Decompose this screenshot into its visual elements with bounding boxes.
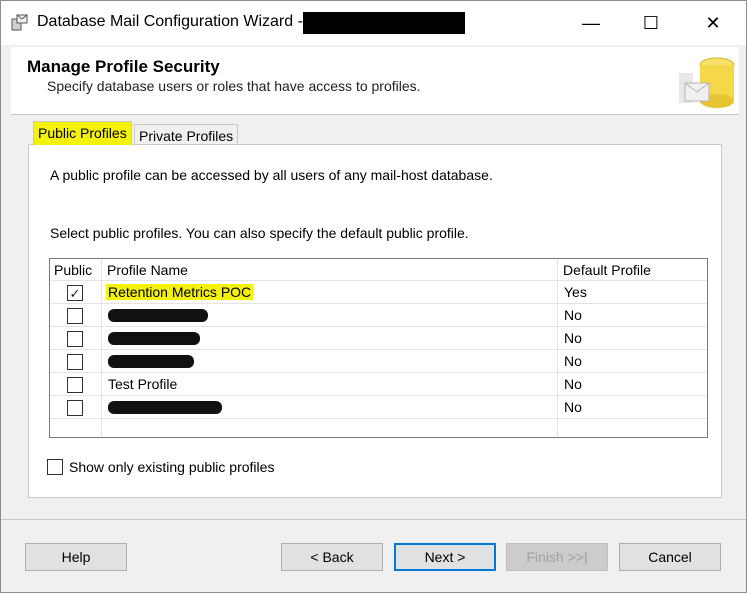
table-row[interactable]: No [50,304,707,327]
page-subtitle: Specify database users or roles that hav… [47,78,421,94]
public-checkbox[interactable] [67,308,83,324]
redacted-server-name [303,12,465,34]
finish-button: Finish >>| [506,543,608,571]
default-profile-cell[interactable]: No [564,376,582,392]
profile-name-cell: Test Profile [108,376,178,392]
public-checkbox[interactable] [67,354,83,370]
table-row[interactable]: No [50,350,707,373]
database-wizard-icon [671,51,737,111]
page-title: Manage Profile Security [27,57,220,76]
redacted-profile-name [108,355,194,368]
profiles-grid: Public Profile Name Default Profile ✓ Re… [49,258,708,438]
table-row[interactable]: ✓ Retention Metrics POC Yes [50,281,707,304]
show-only-existing-label: Show only existing public profiles [69,459,275,475]
maximize-button[interactable]: ☐ [621,1,681,45]
table-row[interactable]: Test Profile No [50,373,707,396]
tab-public-profiles[interactable]: Public Profiles [33,121,132,145]
public-profiles-panel: A public profile can be accessed by all … [28,144,722,498]
public-checkbox[interactable] [67,377,83,393]
database-mail-icon [11,14,28,31]
table-row[interactable]: No [50,327,707,350]
table-row[interactable]: No [50,396,707,419]
footer-divider [1,519,746,520]
wizard-window: Database Mail Configuration Wizard - — ☐… [0,0,747,593]
public-checkbox[interactable] [67,400,83,416]
redacted-profile-name [108,401,222,414]
back-button[interactable]: < Back [281,543,383,571]
column-header-public[interactable]: Public [54,262,92,278]
redacted-profile-name [108,332,200,345]
cancel-button[interactable]: Cancel [619,543,721,571]
minimize-button[interactable]: — [561,1,621,45]
next-button[interactable]: Next > [394,543,496,571]
default-profile-cell[interactable]: No [564,353,582,369]
tab-private-profiles[interactable]: Private Profiles [134,124,239,145]
help-button[interactable]: Help [25,543,127,571]
public-profile-description: A public profile can be accessed by all … [50,167,493,183]
public-profile-instruction: Select public profiles. You can also spe… [50,225,469,241]
grid-header: Public Profile Name Default Profile [50,259,707,281]
public-checkbox[interactable]: ✓ [67,285,83,301]
close-button[interactable]: ✕ [683,1,743,45]
column-header-default-profile[interactable]: Default Profile [563,262,651,278]
public-checkbox[interactable] [67,331,83,347]
header-banner: Manage Profile Security Specify database… [11,47,739,115]
default-profile-cell[interactable]: Yes [564,284,587,300]
redacted-profile-name [108,309,208,322]
show-only-existing-checkbox[interactable] [47,459,63,475]
default-profile-cell[interactable]: No [564,307,582,323]
default-profile-cell[interactable]: No [564,330,582,346]
window-title: Database Mail Configuration Wizard - [37,13,303,30]
default-profile-cell[interactable]: No [564,399,582,415]
profile-name-cell: Retention Metrics POC [106,284,254,300]
show-only-existing-option[interactable]: Show only existing public profiles [47,459,274,475]
column-header-profile-name[interactable]: Profile Name [107,262,188,278]
title-bar: Database Mail Configuration Wizard - — ☐… [1,1,746,45]
